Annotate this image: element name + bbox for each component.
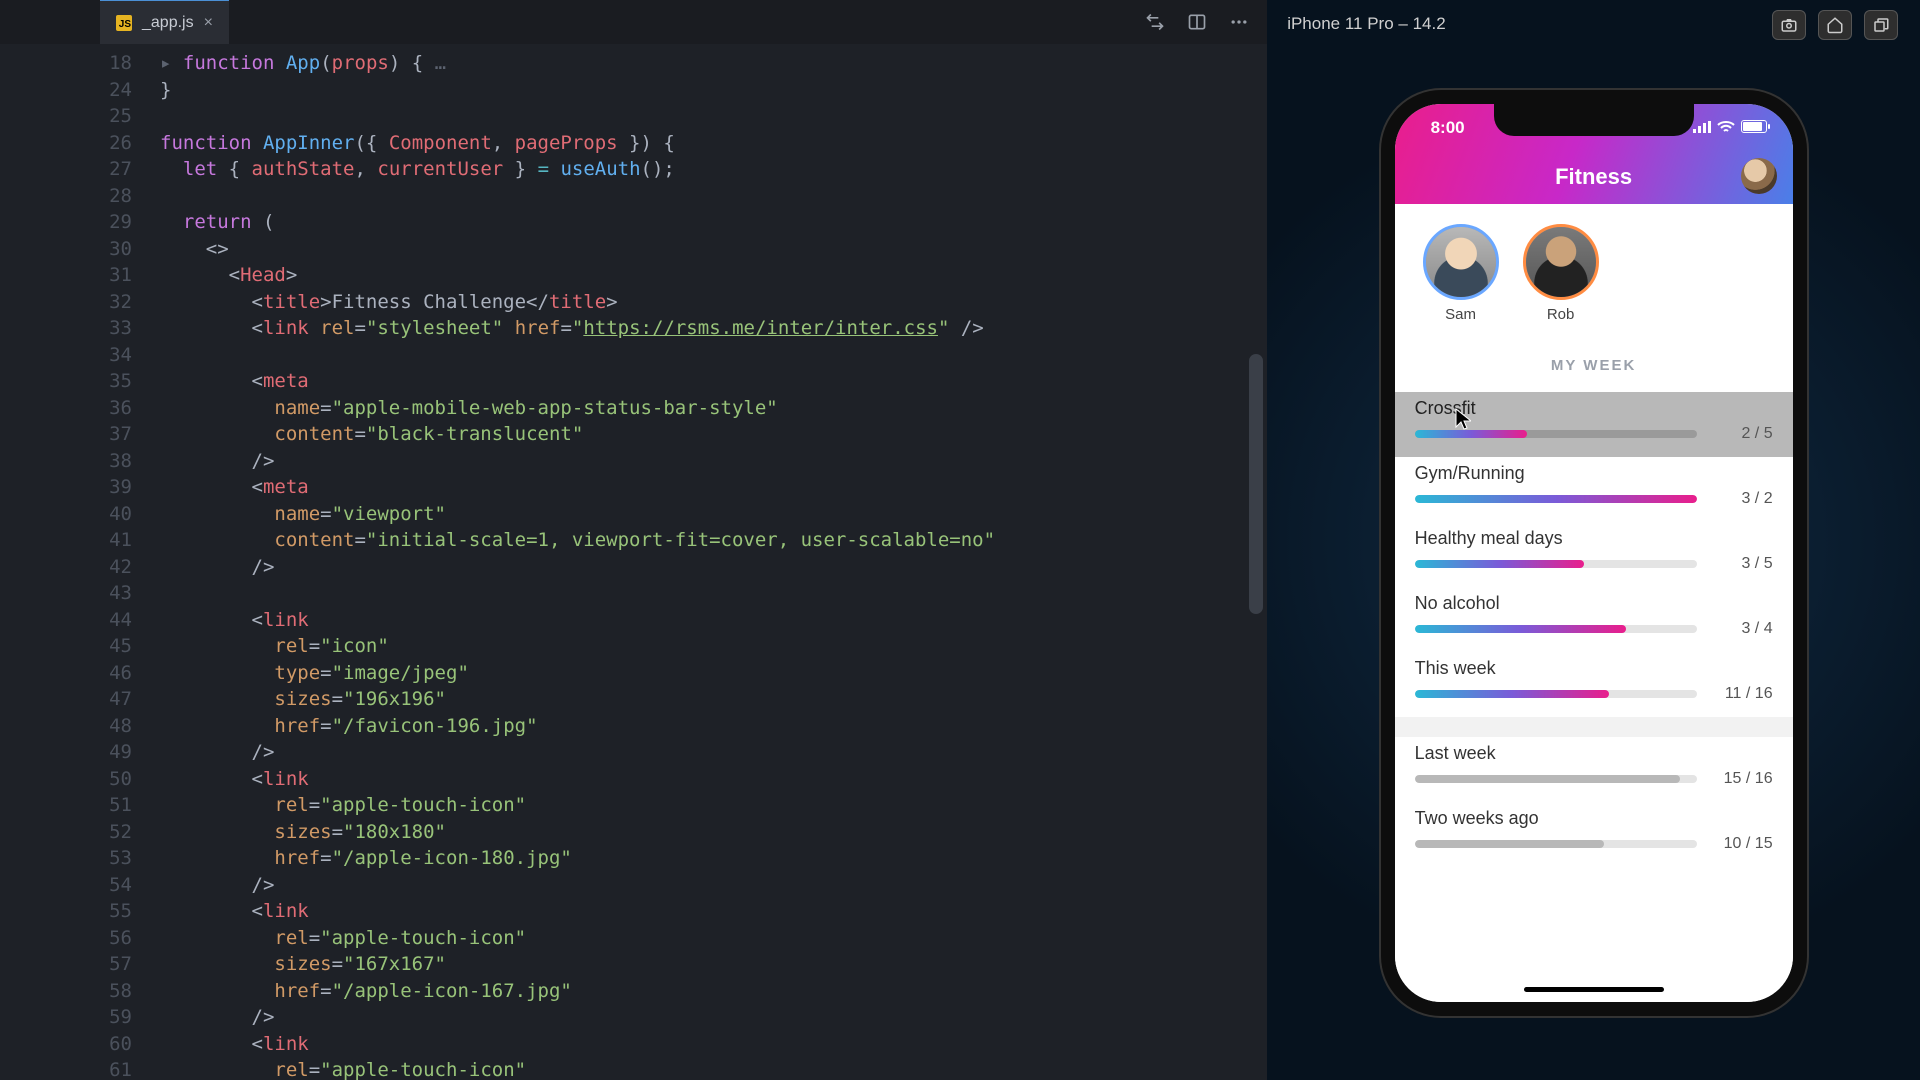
goal-count: 3 / 2 xyxy=(1713,490,1773,508)
progress-fill xyxy=(1415,775,1680,783)
iphone-screen[interactable]: 8:00 Fitness Sam Rob xyxy=(1395,104,1793,1002)
code-content[interactable]: ▸ function App(props) { … } function App… xyxy=(160,50,1267,1080)
friend-rob[interactable]: Rob xyxy=(1523,224,1599,323)
progress-track xyxy=(1415,625,1697,633)
status-bar-icons xyxy=(1693,120,1767,133)
history-block: Last week 15 / 16 Two weeks ago 10 / 15 xyxy=(1395,737,1793,867)
progress-track xyxy=(1415,495,1697,503)
tab-filename: _app.js xyxy=(142,14,194,32)
goal-count: 15 / 16 xyxy=(1713,770,1773,788)
goal-count: 10 / 15 xyxy=(1713,835,1773,853)
goal-count: 11 / 16 xyxy=(1713,685,1773,703)
goal-row[interactable]: Two weeks ago 10 / 15 xyxy=(1395,802,1793,867)
app-title: Fitness xyxy=(1555,164,1632,190)
compare-icon[interactable] xyxy=(1145,12,1165,32)
progress-track xyxy=(1415,840,1697,848)
layers-button[interactable] xyxy=(1864,10,1898,40)
wifi-icon xyxy=(1717,121,1735,133)
progress-fill xyxy=(1415,690,1610,698)
progress-fill xyxy=(1415,430,1528,438)
code-area[interactable]: 18 24 25 26 27 28 29 30 31 32 33 34 35 3… xyxy=(0,44,1267,1080)
friend-sam[interactable]: Sam xyxy=(1423,224,1499,323)
editor-tab-bar: JS _app.js × xyxy=(0,0,1267,44)
more-actions-icon[interactable] xyxy=(1229,12,1249,32)
friend-name: Rob xyxy=(1547,306,1575,323)
close-tab-icon[interactable]: × xyxy=(204,14,213,32)
goal-row[interactable]: Gym/Running 3 / 2 xyxy=(1395,457,1793,522)
editor-tab-actions xyxy=(1145,0,1249,44)
profile-avatar[interactable] xyxy=(1741,158,1777,194)
simulator-pane: iPhone 11 Pro – 14.2 8:00 Fitness xyxy=(1267,0,1920,1080)
goal-count: 3 / 4 xyxy=(1713,620,1773,638)
goals-list: Crossfit 2 / 5 Gym/Running 3 / 2 Healthy… xyxy=(1395,392,1793,652)
code-editor-pane: JS _app.js × 18 24 25 26 27 28 29 30 31 … xyxy=(0,0,1267,1080)
goal-row[interactable]: This week 11 / 16 xyxy=(1395,652,1793,717)
goal-label: Gym/Running xyxy=(1415,463,1773,484)
goal-row[interactable]: No alcohol 3 / 4 xyxy=(1395,587,1793,652)
friend-name: Sam xyxy=(1445,306,1476,323)
friends-row: Sam Rob xyxy=(1395,204,1793,337)
cellular-signal-icon xyxy=(1693,121,1711,133)
status-bar-time: 8:00 xyxy=(1431,118,1465,138)
goal-label: Crossfit xyxy=(1415,398,1773,419)
section-title-myweek: MY WEEK xyxy=(1395,337,1793,392)
section-gap xyxy=(1395,717,1793,737)
progress-fill xyxy=(1415,625,1627,633)
progress-track xyxy=(1415,560,1697,568)
goal-count: 3 / 5 xyxy=(1713,555,1773,573)
goal-label: No alcohol xyxy=(1415,593,1773,614)
app-body: Sam Rob MY WEEK Crossfit 2 / 5 Gym/Runni… xyxy=(1395,204,1793,1002)
progress-track xyxy=(1415,430,1697,438)
goal-row[interactable]: Last week 15 / 16 xyxy=(1395,737,1793,802)
device-notch xyxy=(1494,104,1694,136)
battery-icon xyxy=(1741,120,1767,133)
goal-label: This week xyxy=(1415,658,1773,679)
progress-fill xyxy=(1415,495,1697,503)
home-indicator[interactable] xyxy=(1524,987,1664,992)
simulator-device-label: iPhone 11 Pro – 14.2 xyxy=(1287,14,1445,34)
progress-fill xyxy=(1415,560,1584,568)
editor-tab[interactable]: JS _app.js × xyxy=(100,0,229,44)
progress-track xyxy=(1415,775,1697,783)
progress-fill xyxy=(1415,840,1604,848)
goal-row[interactable]: Healthy meal days 3 / 5 xyxy=(1395,522,1793,587)
line-number-gutter: 18 24 25 26 27 28 29 30 31 32 33 34 35 3… xyxy=(0,50,160,1080)
progress-track xyxy=(1415,690,1697,698)
iphone-device-frame: 8:00 Fitness Sam Rob xyxy=(1379,88,1809,1018)
split-editor-icon[interactable] xyxy=(1187,12,1207,32)
goal-row[interactable]: Crossfit 2 / 5 xyxy=(1395,392,1793,457)
goal-label: Healthy meal days xyxy=(1415,528,1773,549)
simulator-toolbar: iPhone 11 Pro – 14.2 xyxy=(1267,0,1920,48)
goal-count: 2 / 5 xyxy=(1713,425,1773,443)
js-file-icon: JS xyxy=(116,15,132,31)
home-button[interactable] xyxy=(1818,10,1852,40)
summary-block: This week 11 / 16 xyxy=(1395,652,1793,717)
goal-label: Last week xyxy=(1415,743,1773,764)
scrollbar-thumb[interactable] xyxy=(1249,354,1263,614)
goal-label: Two weeks ago xyxy=(1415,808,1773,829)
screenshot-button[interactable] xyxy=(1772,10,1806,40)
